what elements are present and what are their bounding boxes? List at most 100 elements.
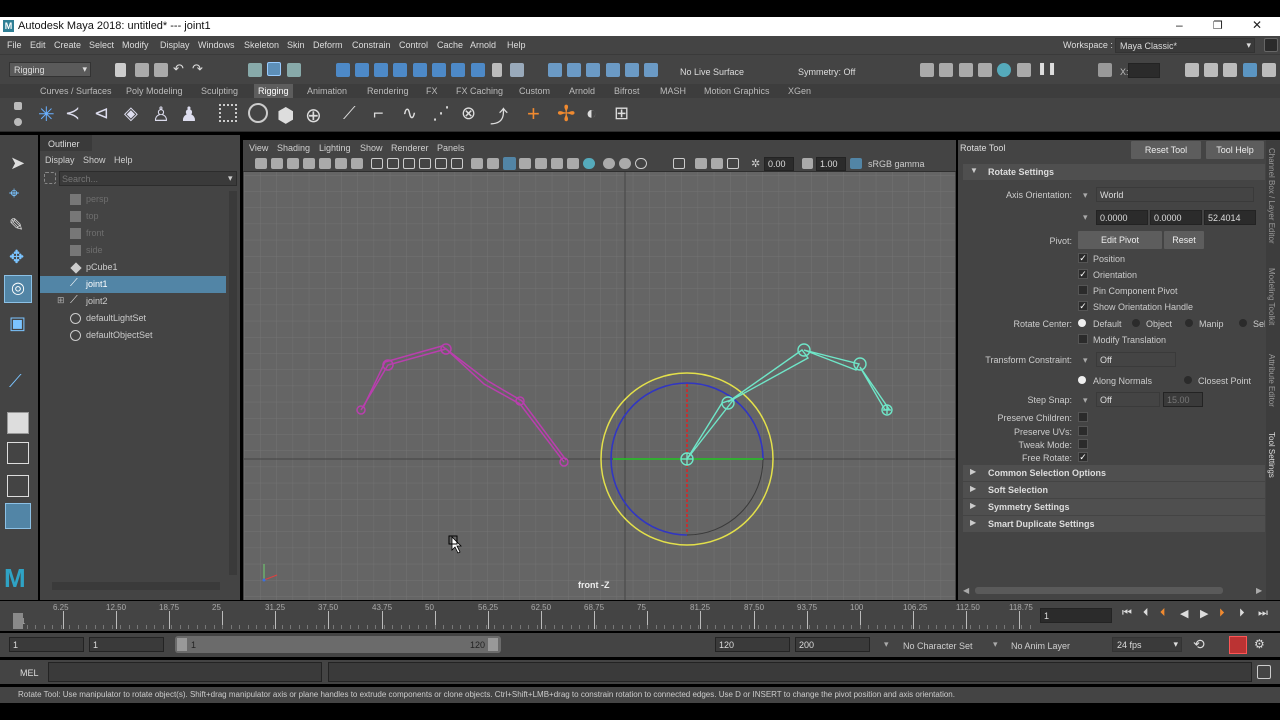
lock-icon[interactable] [492, 63, 502, 77]
hud-icon[interactable] [471, 158, 483, 169]
range-start-handle[interactable] [177, 638, 187, 651]
menu-deform[interactable]: Deform [313, 40, 343, 50]
bookmark-icon[interactable] [287, 158, 299, 169]
along-normals-radio[interactable] [1078, 376, 1086, 384]
modify-translation-checkbox[interactable] [1078, 334, 1088, 344]
menu-windows[interactable]: Windows [198, 40, 235, 50]
human-ik-icon[interactable]: ♟ [180, 102, 198, 127]
range-slider-track[interactable] [175, 636, 501, 653]
viewport-menu-show[interactable]: Show [360, 143, 383, 153]
animation-end-input[interactable]: 200 [795, 637, 870, 652]
resolution-gate-icon[interactable] [387, 158, 399, 169]
menuset-dropdown[interactable]: Rigging ▾ [9, 62, 91, 77]
outliner-item-side[interactable]: side [40, 242, 226, 259]
orient-constraint-icon[interactable]: ⊞ [614, 103, 629, 124]
outliner-vertical-scrollbar[interactable] [229, 191, 237, 575]
symmetry-settings-header[interactable]: ▶ Symmetry Settings [963, 499, 1265, 515]
xray-joints-icon[interactable] [727, 158, 739, 169]
transform-constraint-dropdown[interactable]: Off [1096, 352, 1176, 367]
tab-motion-graphics[interactable]: Motion Graphics [704, 86, 770, 96]
anim-layer-arrow-icon[interactable]: ▾ [993, 639, 998, 650]
live-surface-label[interactable]: No Live Surface [680, 67, 744, 77]
outliner-item-joint2[interactable]: ⊞ ⟋ joint2 [40, 293, 226, 310]
menu-arnold[interactable]: Arnold [470, 40, 496, 50]
field-chart-icon[interactable] [419, 158, 431, 169]
smooth-shade-icon[interactable] [503, 157, 516, 170]
viewport-menu-view[interactable]: View [249, 143, 268, 153]
menu-constrain[interactable]: Constrain [352, 40, 391, 50]
history-icon[interactable] [510, 63, 524, 77]
snap-grid-icon[interactable] [336, 63, 350, 77]
tab-bifrost[interactable]: Bifrost [614, 86, 640, 96]
camera-select-icon[interactable] [255, 158, 267, 169]
show-orientation-handle-checkbox[interactable]: ✓ [1078, 301, 1088, 311]
transform-constraint-arrow-icon[interactable]: ▾ [1083, 355, 1088, 366]
select-hierarchy-icon[interactable] [248, 63, 262, 77]
sidebar-icon-4[interactable] [1243, 63, 1257, 77]
animation-start-input[interactable]: 1 [9, 637, 84, 652]
safe-action-icon[interactable] [435, 158, 447, 169]
parent-constraint-icon[interactable]: ✢ [557, 101, 575, 127]
range-end-handle[interactable] [488, 638, 498, 651]
preferences-icon[interactable]: ⚙ [1254, 637, 1265, 651]
use-all-lights-icon[interactable] [551, 158, 563, 169]
mirror-joint-icon[interactable]: ⊲ [94, 103, 109, 124]
tab-fx[interactable]: FX [426, 86, 438, 96]
menu-skeleton[interactable]: Skeleton [244, 40, 279, 50]
outliner-item-persp[interactable]: persp [40, 191, 226, 208]
loop-icon[interactable]: ⟲ [1193, 636, 1205, 653]
pivot-reset-button[interactable]: Reset [1164, 231, 1204, 249]
scroll-right-icon[interactable]: ▶ [1256, 586, 1262, 595]
mel-command-input[interactable] [48, 662, 322, 682]
menu-create[interactable]: Create [54, 40, 81, 50]
wire-icon[interactable]: ⤴ [490, 103, 508, 129]
ik-spline-icon[interactable]: ⌐ [373, 103, 384, 124]
cluster-icon[interactable]: ∿ [402, 103, 417, 124]
textured-icon[interactable] [535, 158, 547, 169]
snap-view-plane-icon[interactable] [413, 63, 427, 77]
character-set-arrow-icon[interactable]: ▾ [884, 639, 889, 650]
smart-duplicate-settings-header[interactable]: ▶ Smart Duplicate Settings [963, 516, 1265, 532]
closest-point-radio[interactable] [1184, 376, 1192, 384]
gate-mask-icon[interactable] [403, 158, 415, 169]
viewport-menu-panels[interactable]: Panels [437, 143, 465, 153]
current-frame-input[interactable]: 1 [1040, 608, 1112, 623]
menu-help[interactable]: Help [507, 40, 526, 50]
2d-pan-zoom-icon[interactable] [319, 158, 331, 169]
colorspace-label[interactable]: sRGB gamma [868, 159, 925, 169]
maximize-button[interactable]: ❐ [1213, 19, 1223, 32]
gamma-input[interactable]: 1.00 [816, 157, 846, 171]
shadows-icon[interactable] [567, 158, 579, 169]
viewport-canvas[interactable]: front -Z [244, 172, 955, 600]
axis-z-input[interactable]: 52.4014 [1204, 210, 1256, 225]
play-forwards-icon[interactable]: ▶ [1200, 607, 1208, 620]
rotate-center-manip-radio[interactable] [1185, 319, 1193, 327]
axis-orientation-arrow-icon[interactable]: ▾ [1083, 190, 1088, 201]
select-tool-icon[interactable]: ➤ [10, 153, 25, 174]
tab-attribute-editor[interactable]: Attribute Editor [1267, 354, 1276, 407]
outliner-item-front[interactable]: front [40, 225, 226, 242]
viewport-menu-shading[interactable]: Shading [277, 143, 310, 153]
menu-edit[interactable]: Edit [30, 40, 46, 50]
insert-joint-icon[interactable]: ≺ [65, 103, 80, 124]
wireframe-on-shaded-icon[interactable] [519, 158, 531, 169]
expand-icon[interactable]: ⊞ [57, 295, 65, 306]
tool-settings-horizontal-scrollbar[interactable] [975, 587, 1223, 594]
safe-title-icon[interactable] [451, 158, 463, 169]
soft-selection-header[interactable]: ▶ Soft Selection [963, 482, 1265, 498]
mel-label[interactable]: MEL [20, 668, 39, 678]
open-scene-icon[interactable] [135, 63, 149, 77]
tab-rigging[interactable]: Rigging [254, 84, 293, 98]
menu-select[interactable]: Select [89, 40, 114, 50]
render-view-icon[interactable] [920, 63, 934, 77]
current-time-marker[interactable] [13, 613, 23, 629]
rotate-center-object-radio[interactable] [1132, 319, 1140, 327]
select-component-icon[interactable] [287, 63, 301, 77]
step-back-frame-icon[interactable]: ⏴ [1160, 607, 1166, 620]
sidebar-icon-5[interactable] [1262, 63, 1276, 77]
rotate-tool-icon[interactable]: ◎ [4, 275, 32, 303]
blend-shape-icon[interactable]: ⋰ [432, 103, 450, 124]
tab-animation[interactable]: Animation [307, 86, 347, 96]
time-slider[interactable]: 1 6.25 12.50 18.75 25 31.25 37.50 43.75 50 56.25 6… [0, 601, 1280, 631]
menu-cache[interactable]: Cache [437, 40, 463, 50]
